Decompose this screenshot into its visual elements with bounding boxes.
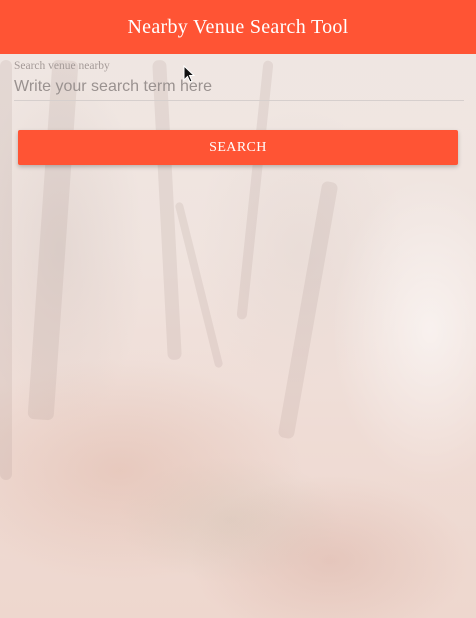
tree-trunk xyxy=(174,201,224,369)
app-header: Nearby Venue Search Tool xyxy=(0,0,476,54)
search-input[interactable] xyxy=(14,75,464,101)
tree-trunk xyxy=(277,180,339,440)
search-field-label: Search venue nearby xyxy=(14,60,110,72)
search-field: Search venue nearby xyxy=(14,58,464,101)
tree-trunk xyxy=(0,60,12,480)
mouse-pointer-icon xyxy=(183,65,195,83)
search-button[interactable]: SEARCH xyxy=(18,130,458,165)
tree-trunk xyxy=(27,59,79,421)
page-title: Nearby Venue Search Tool xyxy=(127,15,349,38)
